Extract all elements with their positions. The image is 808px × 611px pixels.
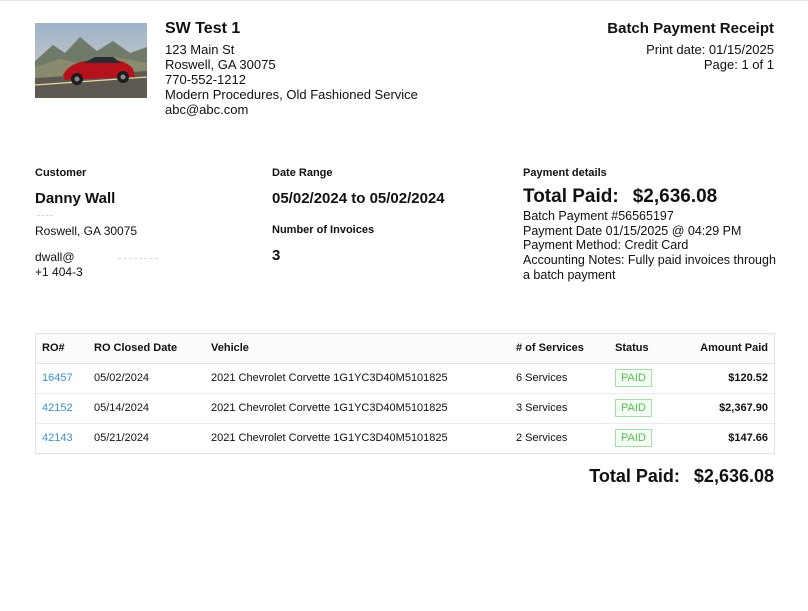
- amount-cell: $120.52: [675, 363, 774, 394]
- invoices-count-label: Number of Invoices: [272, 224, 375, 236]
- status-badge: PAID: [615, 429, 652, 448]
- grand-total-label: Total Paid:: [589, 466, 680, 486]
- top-divider: [0, 0, 808, 1]
- ro-cell[interactable]: 42152: [36, 393, 88, 424]
- table-row: 16457 05/02/2024 2021 Chevrolet Corvette…: [36, 363, 774, 394]
- status-badge: PAID: [615, 399, 652, 417]
- table-header-row: RO# RO Closed Date Vehicle # of Services…: [36, 334, 774, 364]
- header-ro: RO#: [36, 334, 88, 364]
- ro-link[interactable]: 42152: [42, 402, 73, 414]
- print-date: Print date: 01/15/2025: [646, 42, 774, 57]
- table-row: 42143 05/21/2024 2021 Chevrolet Corvette…: [36, 423, 774, 453]
- payment-details: Batch Payment #56565197 Payment Date 01/…: [523, 209, 779, 283]
- ro-cell[interactable]: 16457: [36, 363, 88, 394]
- customer-city: Roswell, GA 30075: [35, 224, 138, 238]
- vehicle-cell: 2021 Chevrolet Corvette 1G1YC3D40M510182…: [205, 363, 510, 394]
- customer-name: Danny Wall: [35, 190, 116, 207]
- date-range-label: Date Range: [272, 167, 333, 179]
- invoices-table: RO# RO Closed Date Vehicle # of Services…: [35, 333, 775, 454]
- closed-date-cell: 05/02/2024: [88, 363, 205, 394]
- payment-details-label: Payment details: [523, 167, 607, 179]
- services-cell: 6 Services: [510, 363, 609, 394]
- header-vehicle: Vehicle: [205, 334, 510, 364]
- shop-name: SW Test 1: [165, 20, 241, 37]
- amount-cell: $2,367.90: [675, 393, 774, 424]
- payment-total: Total Paid: $2,636.08: [523, 186, 717, 208]
- status-cell: PAID: [609, 363, 675, 394]
- header-services: # of Services: [510, 334, 609, 364]
- payment-method: Payment Method: Credit Card: [523, 238, 689, 253]
- status-cell: PAID: [609, 393, 675, 424]
- grand-total-value: $2,636.08: [693, 466, 774, 486]
- date-range-value: 05/02/2024 to 05/02/2024: [272, 190, 445, 207]
- receipt-title: Batch Payment Receipt: [607, 20, 774, 37]
- shop-tagline: Modern Procedures, Old Fashioned Service: [165, 87, 418, 102]
- table-row: 42152 05/14/2024 2021 Chevrolet Corvette…: [36, 393, 774, 424]
- services-cell: 2 Services: [516, 432, 568, 445]
- page-number: Page: 1 of 1: [703, 57, 774, 72]
- vehicle-cell: 2021 Chevrolet Corvette 1G1YC3D40M510182…: [211, 432, 448, 445]
- status-cell: PAID: [609, 423, 675, 453]
- accounting-notes: Accounting Notes: Fully paid invoices th…: [523, 253, 776, 282]
- batch-payment-number: Batch Payment #56565197: [523, 209, 674, 223]
- ro-link[interactable]: 16457: [42, 372, 73, 384]
- redacted-email: [118, 258, 158, 260]
- ro-cell[interactable]: 42143: [36, 423, 88, 453]
- closed-date-cell: 05/21/2024: [94, 432, 150, 445]
- customer-phone: +1 404-3: [35, 265, 83, 279]
- shop-logo-image: [35, 23, 147, 98]
- header-ro-closed-date: RO Closed Date: [88, 334, 205, 364]
- grand-total: Total Paid: $2,636.08: [589, 465, 774, 487]
- ro-link[interactable]: 42143: [42, 432, 73, 444]
- vehicle-cell: 2021 Chevrolet Corvette 1G1YC3D40M510182…: [205, 393, 510, 424]
- payment-total-value: $2,636.08: [632, 186, 718, 207]
- shop-email: abc@abc.com: [165, 102, 249, 117]
- header-amount-paid: Amount Paid: [675, 334, 774, 364]
- shop-info: SW Test 1 123 Main St Roswell, GA 30075 …: [165, 20, 418, 117]
- redacted-address: [37, 215, 53, 217]
- customer-label: Customer: [35, 167, 87, 179]
- status-badge: PAID: [615, 369, 652, 387]
- shop-address-line2: Roswell, GA 30075: [165, 57, 276, 72]
- header-status: Status: [609, 334, 675, 364]
- invoices-count-value: 3: [272, 247, 281, 264]
- amount-cell: $147.66: [728, 432, 768, 445]
- shop-address-line1: 123 Main St: [165, 42, 235, 57]
- customer-email: dwall@: [35, 250, 75, 264]
- shop-phone: 770-552-1212: [165, 72, 246, 87]
- payment-date: Payment Date 01/15/2025 @ 04:29 PM: [523, 223, 742, 238]
- closed-date-cell: 05/14/2024: [88, 393, 205, 424]
- receipt-header: Batch Payment Receipt Print date: 01/15/…: [607, 20, 774, 72]
- payment-total-label: Total Paid:: [523, 186, 619, 207]
- services-cell: 3 Services: [510, 393, 609, 424]
